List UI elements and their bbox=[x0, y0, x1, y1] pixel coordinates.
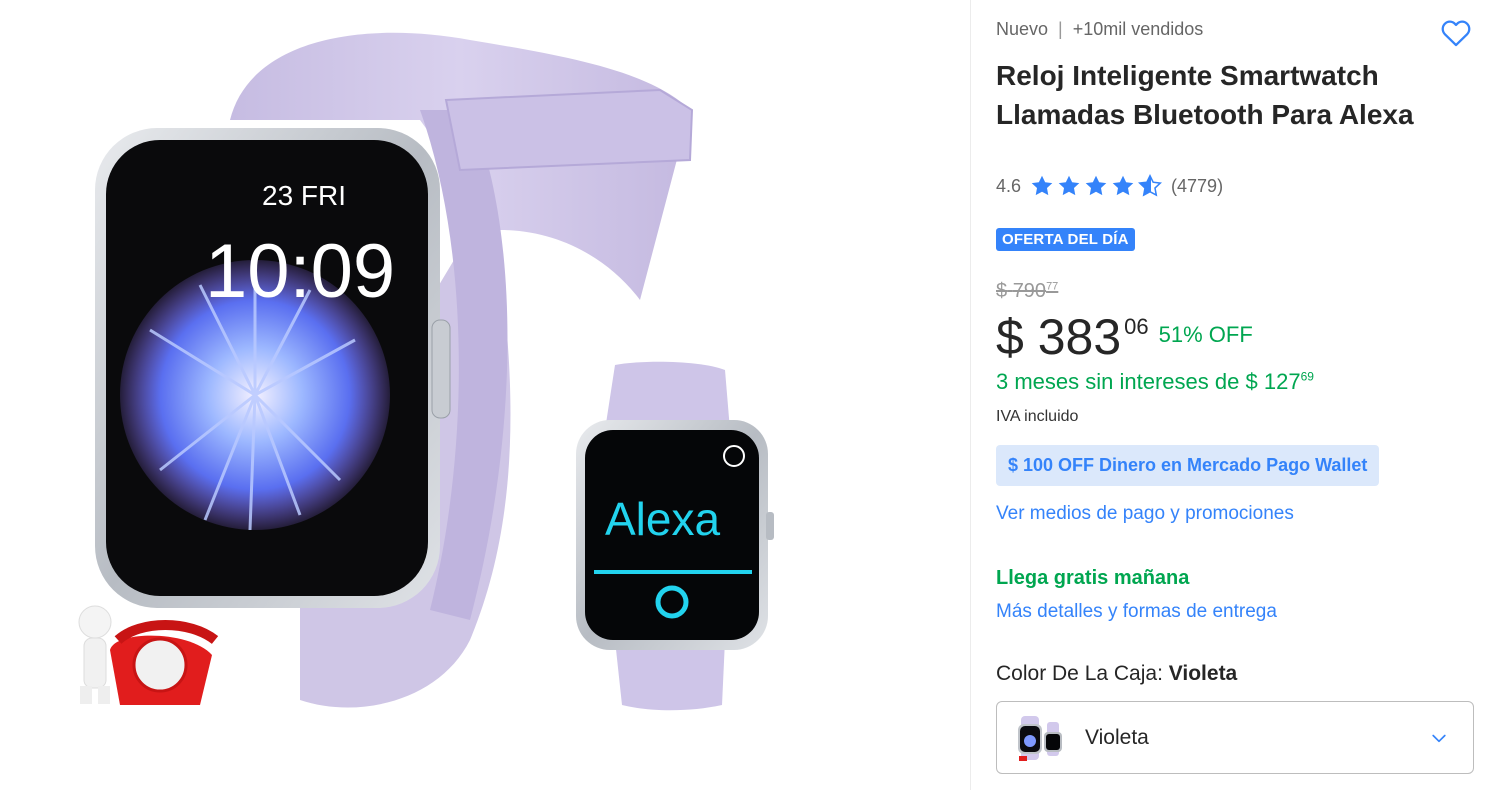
variant-selected-text: Violeta bbox=[1168, 662, 1238, 685]
installments-amount: 127 bbox=[1263, 369, 1301, 394]
color-variant-dropdown[interactable]: Violeta bbox=[996, 701, 1474, 774]
variant-label-text: Color De La Caja: bbox=[996, 662, 1163, 685]
old-price-cents: 77 bbox=[1046, 280, 1059, 293]
installments-cents: 69 bbox=[1300, 369, 1314, 384]
variant-label: Color De La Caja: Violeta bbox=[996, 662, 1237, 686]
star-icon bbox=[1085, 175, 1107, 196]
subtitle-separator: | bbox=[1058, 19, 1063, 39]
product-title: Reloj Inteligente Smartwatch Llamadas Bl… bbox=[996, 60, 1414, 130]
wallet-promo-banner: $ 100 OFF Dinero en Mercado Pago Wallet bbox=[996, 445, 1380, 486]
price-amount: 383 bbox=[1037, 309, 1122, 365]
condition-text: Nuevo bbox=[996, 19, 1049, 39]
variant-thumbnail bbox=[1018, 715, 1062, 761]
watch-time-text: 10:09 bbox=[205, 229, 395, 314]
star-icon bbox=[1031, 175, 1053, 196]
current-price: $ 383 06 51% OFF bbox=[996, 308, 1253, 366]
panel-divider bbox=[970, 0, 971, 790]
deal-of-the-day-badge: OFERTA DEL DÍA bbox=[996, 228, 1135, 251]
price-symbol: $ bbox=[996, 309, 1024, 365]
rating-average: 4.6 bbox=[996, 175, 1022, 196]
installments-label: 3 meses sin intereses de bbox=[996, 369, 1240, 394]
alexa-text: Alexa bbox=[605, 493, 720, 545]
heart-icon[interactable] bbox=[1439, 16, 1473, 50]
product-subtitle: Nuevo | +10mil vendidos bbox=[996, 19, 1203, 40]
discount-label: 51% OFF bbox=[1158, 322, 1253, 347]
star-icon bbox=[1112, 175, 1134, 196]
sold-count-text: +10mil vendidos bbox=[1072, 19, 1204, 39]
tax-note: IVA incluido bbox=[996, 408, 1079, 425]
original-price: $ 79077 bbox=[996, 280, 1058, 303]
smartwatch-photo: 23 FRI 10:09 Alexa bbox=[78, 32, 774, 711]
shipping-details-link[interactable]: Más detalles y formas de entrega bbox=[996, 601, 1277, 623]
rating-summary[interactable]: 4.6 (4779) bbox=[996, 173, 1223, 199]
dropdown-value: Violeta bbox=[1085, 725, 1149, 749]
rating-stars bbox=[1029, 173, 1163, 199]
chevron-down-icon bbox=[1432, 734, 1446, 743]
payment-methods-link[interactable]: Ver medios de pago y promociones bbox=[996, 503, 1294, 525]
product-image[interactable]: 23 FRI 10:09 Alexa bbox=[0, 0, 970, 790]
star-half-icon bbox=[1138, 173, 1163, 197]
phone-figure-illustration bbox=[78, 605, 219, 705]
free-delivery-text: Llega gratis mañana bbox=[996, 567, 1190, 589]
watch-date-text: 23 FRI bbox=[262, 180, 346, 211]
installments-symbol: $ bbox=[1245, 369, 1258, 394]
old-price-amount: 790 bbox=[1012, 280, 1047, 302]
old-price-symbol: $ bbox=[996, 280, 1008, 302]
installments-text: 3 meses sin intereses de $ 12769 bbox=[996, 369, 1314, 395]
price-cents: 06 bbox=[1124, 314, 1149, 339]
star-icon bbox=[1058, 175, 1080, 196]
rating-count: (4779) bbox=[1171, 175, 1224, 196]
